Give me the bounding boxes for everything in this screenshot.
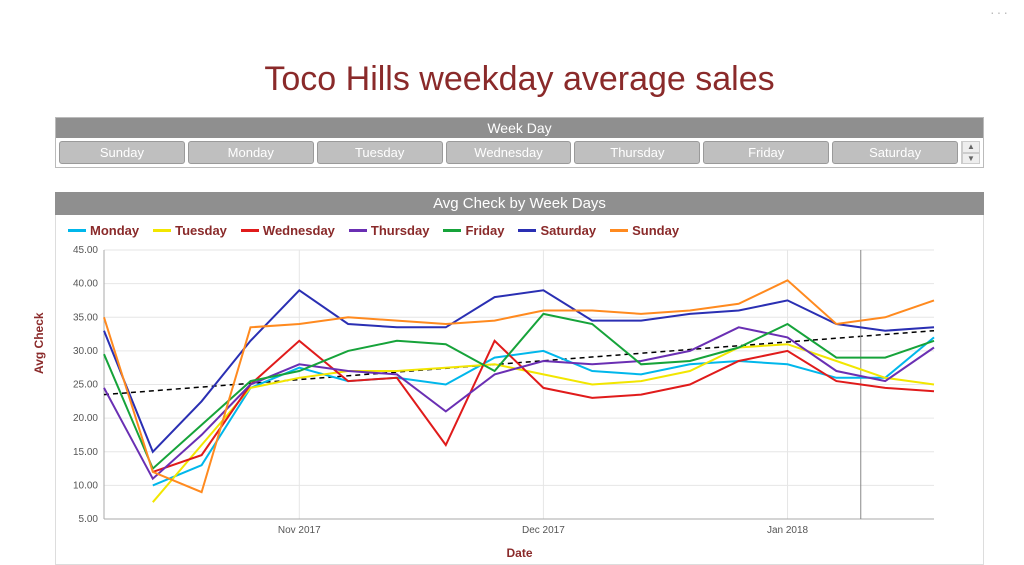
svg-text:5.00: 5.00 [79,514,99,525]
legend-label: Tuesday [175,223,227,238]
filter-btn-friday[interactable]: Friday [703,141,829,164]
legend-label: Saturday [540,223,596,238]
page-title: Toco Hills weekday average sales [55,60,984,99]
legend-label: Monday [90,223,139,238]
filter-btn-saturday[interactable]: Saturday [832,141,958,164]
legend-label: Wednesday [263,223,335,238]
legend-swatch-icon [610,229,628,232]
filter-scroll-down-icon[interactable]: ▼ [962,153,980,165]
filter-btn-sunday[interactable]: Sunday [59,141,185,164]
filter-btn-tuesday[interactable]: Tuesday [317,141,443,164]
svg-text:10.00: 10.00 [73,480,98,491]
weekday-filter-panel: Week Day Sunday Monday Tuesday Wednesday… [55,117,984,168]
legend-item-tuesday[interactable]: Tuesday [153,223,227,238]
more-options-icon[interactable]: ··· [990,4,1010,20]
filter-btn-monday[interactable]: Monday [188,141,314,164]
filter-scroll: ▲ ▼ [961,141,980,164]
chart-title: Avg Check by Week Days [55,192,984,215]
chart-legend: Monday Tuesday Wednesday Thursday Friday Satu… [64,221,975,244]
chart-panel: Avg Check by Week Days Monday Tuesday Wedn… [55,192,984,565]
legend-label: Thursday [371,223,430,238]
series-friday [104,314,934,469]
legend-swatch-icon [153,229,171,232]
svg-text:45.00: 45.00 [73,245,98,256]
weekday-filter-row: Sunday Monday Tuesday Wednesday Thursday… [56,138,983,167]
legend-item-monday[interactable]: Monday [68,223,139,238]
chart-body: Monday Tuesday Wednesday Thursday Friday Satu… [55,215,984,565]
legend-item-sunday[interactable]: Sunday [610,223,679,238]
legend-item-friday[interactable]: Friday [443,223,504,238]
report-page: ··· Toco Hills weekday average sales Wee… [0,0,1024,565]
filter-scroll-up-icon[interactable]: ▲ [962,141,980,153]
legend-swatch-icon [241,229,259,232]
y-axis-label: Avg Check [32,312,46,374]
svg-text:15.00: 15.00 [73,447,98,458]
legend-swatch-icon [443,229,461,232]
weekday-filter-title: Week Day [56,118,983,138]
svg-text:25.00: 25.00 [73,380,98,391]
svg-text:Dec 2017: Dec 2017 [522,525,565,536]
legend-swatch-icon [349,229,367,232]
chart-plot-area[interactable]: Avg Check 5.0010.0015.0020.0025.0030.003… [64,244,975,544]
legend-label: Friday [465,223,504,238]
legend-swatch-icon [518,229,536,232]
legend-swatch-icon [68,229,86,232]
filter-btn-thursday[interactable]: Thursday [574,141,700,164]
legend-item-wednesday[interactable]: Wednesday [241,223,335,238]
svg-text:Nov 2017: Nov 2017 [278,525,321,536]
svg-text:35.00: 35.00 [73,312,98,323]
chart-svg: 5.00 10.00 15.00 20.00 25.00 30.00 35.00 40.00 4… [64,244,944,544]
legend-item-saturday[interactable]: Saturday [518,223,596,238]
svg-text:20.00: 20.00 [73,413,98,424]
svg-text:30.00: 30.00 [73,346,98,357]
svg-text:40.00: 40.00 [73,279,98,290]
x-axis-label: Date [64,546,975,560]
legend-item-thursday[interactable]: Thursday [349,223,430,238]
svg-text:Jan 2018: Jan 2018 [767,525,809,536]
filter-btn-wednesday[interactable]: Wednesday [446,141,572,164]
legend-label: Sunday [632,223,679,238]
